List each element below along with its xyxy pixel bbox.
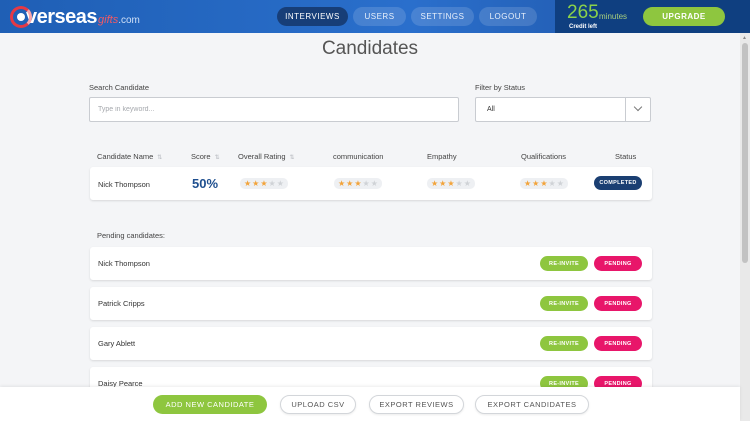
- star-filled-icon: ★: [354, 178, 362, 188]
- overall-rating-stars: ★ ★ ★ ★ ★: [240, 178, 288, 189]
- credit-amount: 265: [567, 2, 599, 23]
- star-filled-icon: ★: [532, 178, 540, 188]
- brand-name: verseas: [26, 5, 98, 28]
- star-filled-icon: ★: [346, 178, 354, 188]
- page-scrollbar[interactable]: ▲: [740, 33, 750, 421]
- reinvite-button[interactable]: RE-INVITE: [540, 336, 588, 351]
- header-score-label: Score: [191, 152, 211, 161]
- header-score[interactable]: Score ⇅: [191, 152, 220, 161]
- star-filled-icon: ★: [244, 178, 252, 188]
- status-badge-pending[interactable]: PENDING: [594, 256, 642, 271]
- header-overall-rating[interactable]: Overall Rating ⇅: [238, 152, 295, 161]
- reinvite-button[interactable]: RE-INVITE: [540, 296, 588, 311]
- star-filled-icon: ★: [260, 178, 268, 188]
- top-header: verseas gifts .com INTERVIEWS USERS SETT…: [0, 0, 750, 33]
- status-badge-completed: COMPLETED: [594, 176, 642, 190]
- star-filled-icon: ★: [540, 178, 548, 188]
- star-empty-icon: ★: [370, 178, 378, 188]
- star-empty-icon: ★: [455, 178, 463, 188]
- nav-logout[interactable]: LOGOUT: [479, 7, 537, 26]
- star-filled-icon: ★: [252, 178, 260, 188]
- list-item[interactable]: Nick Thompson RE-INVITE PENDING: [90, 247, 652, 280]
- star-empty-icon: ★: [463, 178, 471, 188]
- export-candidates-button[interactable]: EXPORT CANDIDATES: [475, 395, 589, 414]
- pending-candidate-name[interactable]: Patrick Cripps: [98, 299, 145, 308]
- sort-icon: ⇅: [289, 155, 295, 161]
- add-new-candidate-button[interactable]: ADD NEW CANDIDATE: [153, 395, 267, 414]
- star-filled-icon: ★: [439, 178, 447, 188]
- brand-domain: .com: [118, 14, 140, 26]
- nav-settings[interactable]: SETTINGS: [411, 7, 474, 26]
- empathy-rating-stars: ★ ★ ★ ★ ★: [427, 178, 475, 189]
- credit-caption: Credit left: [569, 24, 598, 30]
- qualifications-rating-stars: ★ ★ ★ ★ ★: [520, 178, 568, 189]
- star-filled-icon: ★: [447, 178, 455, 188]
- star-empty-icon: ★: [362, 178, 370, 188]
- star-filled-icon: ★: [338, 178, 346, 188]
- header-communication: communication: [333, 152, 384, 161]
- page-title: Candidates: [321, 38, 419, 59]
- header-overall-label: Overall Rating: [238, 152, 286, 161]
- header-status: Status: [615, 152, 637, 161]
- status-badge-pending[interactable]: PENDING: [594, 336, 642, 351]
- status-badge-pending[interactable]: PENDING: [594, 296, 642, 311]
- pending-section-title: Pending candidates:: [97, 231, 165, 240]
- header-candidate-name[interactable]: Candidate Name ⇅: [97, 152, 162, 161]
- overseas-ring-logo-icon: [10, 6, 32, 28]
- candidate-score: 50%: [192, 176, 219, 191]
- communication-rating-stars: ★ ★ ★ ★ ★: [334, 178, 382, 189]
- scroll-thumb[interactable]: [742, 43, 748, 263]
- sort-icon: ⇅: [157, 155, 163, 161]
- list-item[interactable]: Patrick Cripps RE-INVITE PENDING: [90, 287, 652, 320]
- pending-candidate-name[interactable]: Nick Thompson: [98, 259, 150, 268]
- search-input[interactable]: [89, 97, 459, 122]
- nav-interviews[interactable]: INTERVIEWS: [277, 7, 348, 26]
- filter-label: Filter by Status: [475, 83, 526, 92]
- star-empty-icon: ★: [268, 178, 276, 188]
- header-empathy: Empathy: [427, 152, 457, 161]
- header-qualifications: Qualifications: [521, 152, 567, 161]
- nav-users[interactable]: USERS: [353, 7, 406, 26]
- list-item[interactable]: Gary Ablett RE-INVITE PENDING: [90, 327, 652, 360]
- pending-candidate-name[interactable]: Gary Ablett: [98, 339, 135, 348]
- scroll-up-arrow-icon[interactable]: ▲: [742, 35, 747, 41]
- credit-unit: minutes: [599, 12, 628, 21]
- star-filled-icon: ★: [431, 178, 439, 188]
- star-filled-icon: ★: [524, 178, 532, 188]
- header-candidate-name-label: Candidate Name: [97, 152, 154, 161]
- candidate-name[interactable]: Nick Thompson: [98, 180, 150, 189]
- search-label: Search Candidate: [89, 83, 150, 92]
- star-empty-icon: ★: [276, 178, 284, 188]
- filter-dropdown-toggle[interactable]: [625, 98, 650, 121]
- star-empty-icon: ★: [556, 178, 564, 188]
- filter-selected-value: All: [487, 106, 495, 113]
- upload-csv-button[interactable]: UPLOAD CSV: [280, 395, 356, 414]
- star-empty-icon: ★: [548, 178, 556, 188]
- export-reviews-button[interactable]: EXPORT REVIEWS: [369, 395, 464, 414]
- brand-logo[interactable]: verseas gifts .com: [10, 6, 140, 28]
- status-filter-select[interactable]: All: [475, 97, 651, 122]
- upgrade-button[interactable]: UPGRADE: [643, 7, 725, 26]
- chevron-down-icon: [633, 102, 643, 112]
- sort-icon: ⇅: [214, 155, 220, 161]
- action-footer: ADD NEW CANDIDATE UPLOAD CSV EXPORT REVI…: [0, 387, 740, 421]
- reinvite-button[interactable]: RE-INVITE: [540, 256, 588, 271]
- table-row[interactable]: Nick Thompson 50% ★ ★ ★ ★ ★ ★ ★ ★ ★ ★ ★ ★ ★ ★ ★ ★ ★ ★ ★…: [90, 167, 652, 200]
- brand-sub: gifts: [98, 13, 119, 26]
